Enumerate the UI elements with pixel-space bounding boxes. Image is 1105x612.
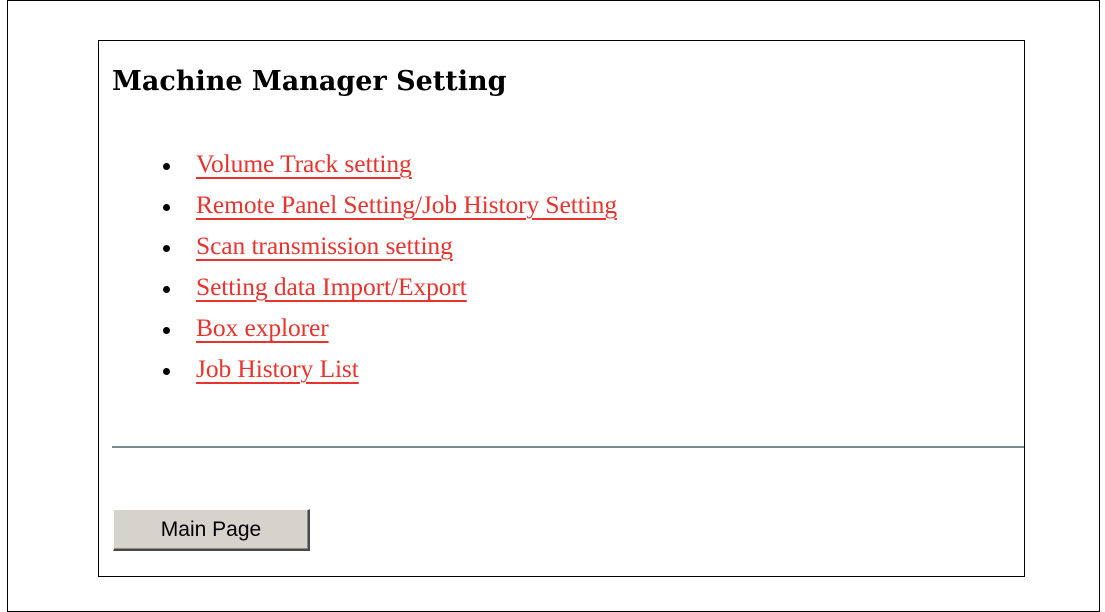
bullet-icon	[163, 245, 170, 252]
remote-panel-job-history-setting-link[interactable]: Remote Panel Setting/Job History Setting	[196, 190, 617, 220]
volume-track-setting-link[interactable]: Volume Track setting	[196, 149, 412, 179]
horizontal-divider	[112, 446, 1024, 448]
bullet-icon	[163, 204, 170, 211]
box-explorer-link[interactable]: Box explorer	[196, 313, 329, 343]
main-page-button[interactable]: Main Page	[113, 509, 310, 551]
page-title: Machine Manager Setting	[112, 66, 507, 97]
setting-data-import-export-link[interactable]: Setting data Import/Export	[196, 272, 467, 302]
bullet-icon	[163, 368, 170, 375]
bullet-icon	[163, 286, 170, 293]
settings-panel: Machine Manager Setting Volume Track set…	[98, 40, 1025, 577]
bullet-icon	[163, 327, 170, 334]
scan-transmission-setting-link[interactable]: Scan transmission setting	[196, 231, 453, 261]
bullet-icon	[163, 163, 170, 170]
outer-frame: Machine Manager Setting Volume Track set…	[7, 0, 1100, 612]
job-history-list-link[interactable]: Job History List	[196, 354, 359, 384]
